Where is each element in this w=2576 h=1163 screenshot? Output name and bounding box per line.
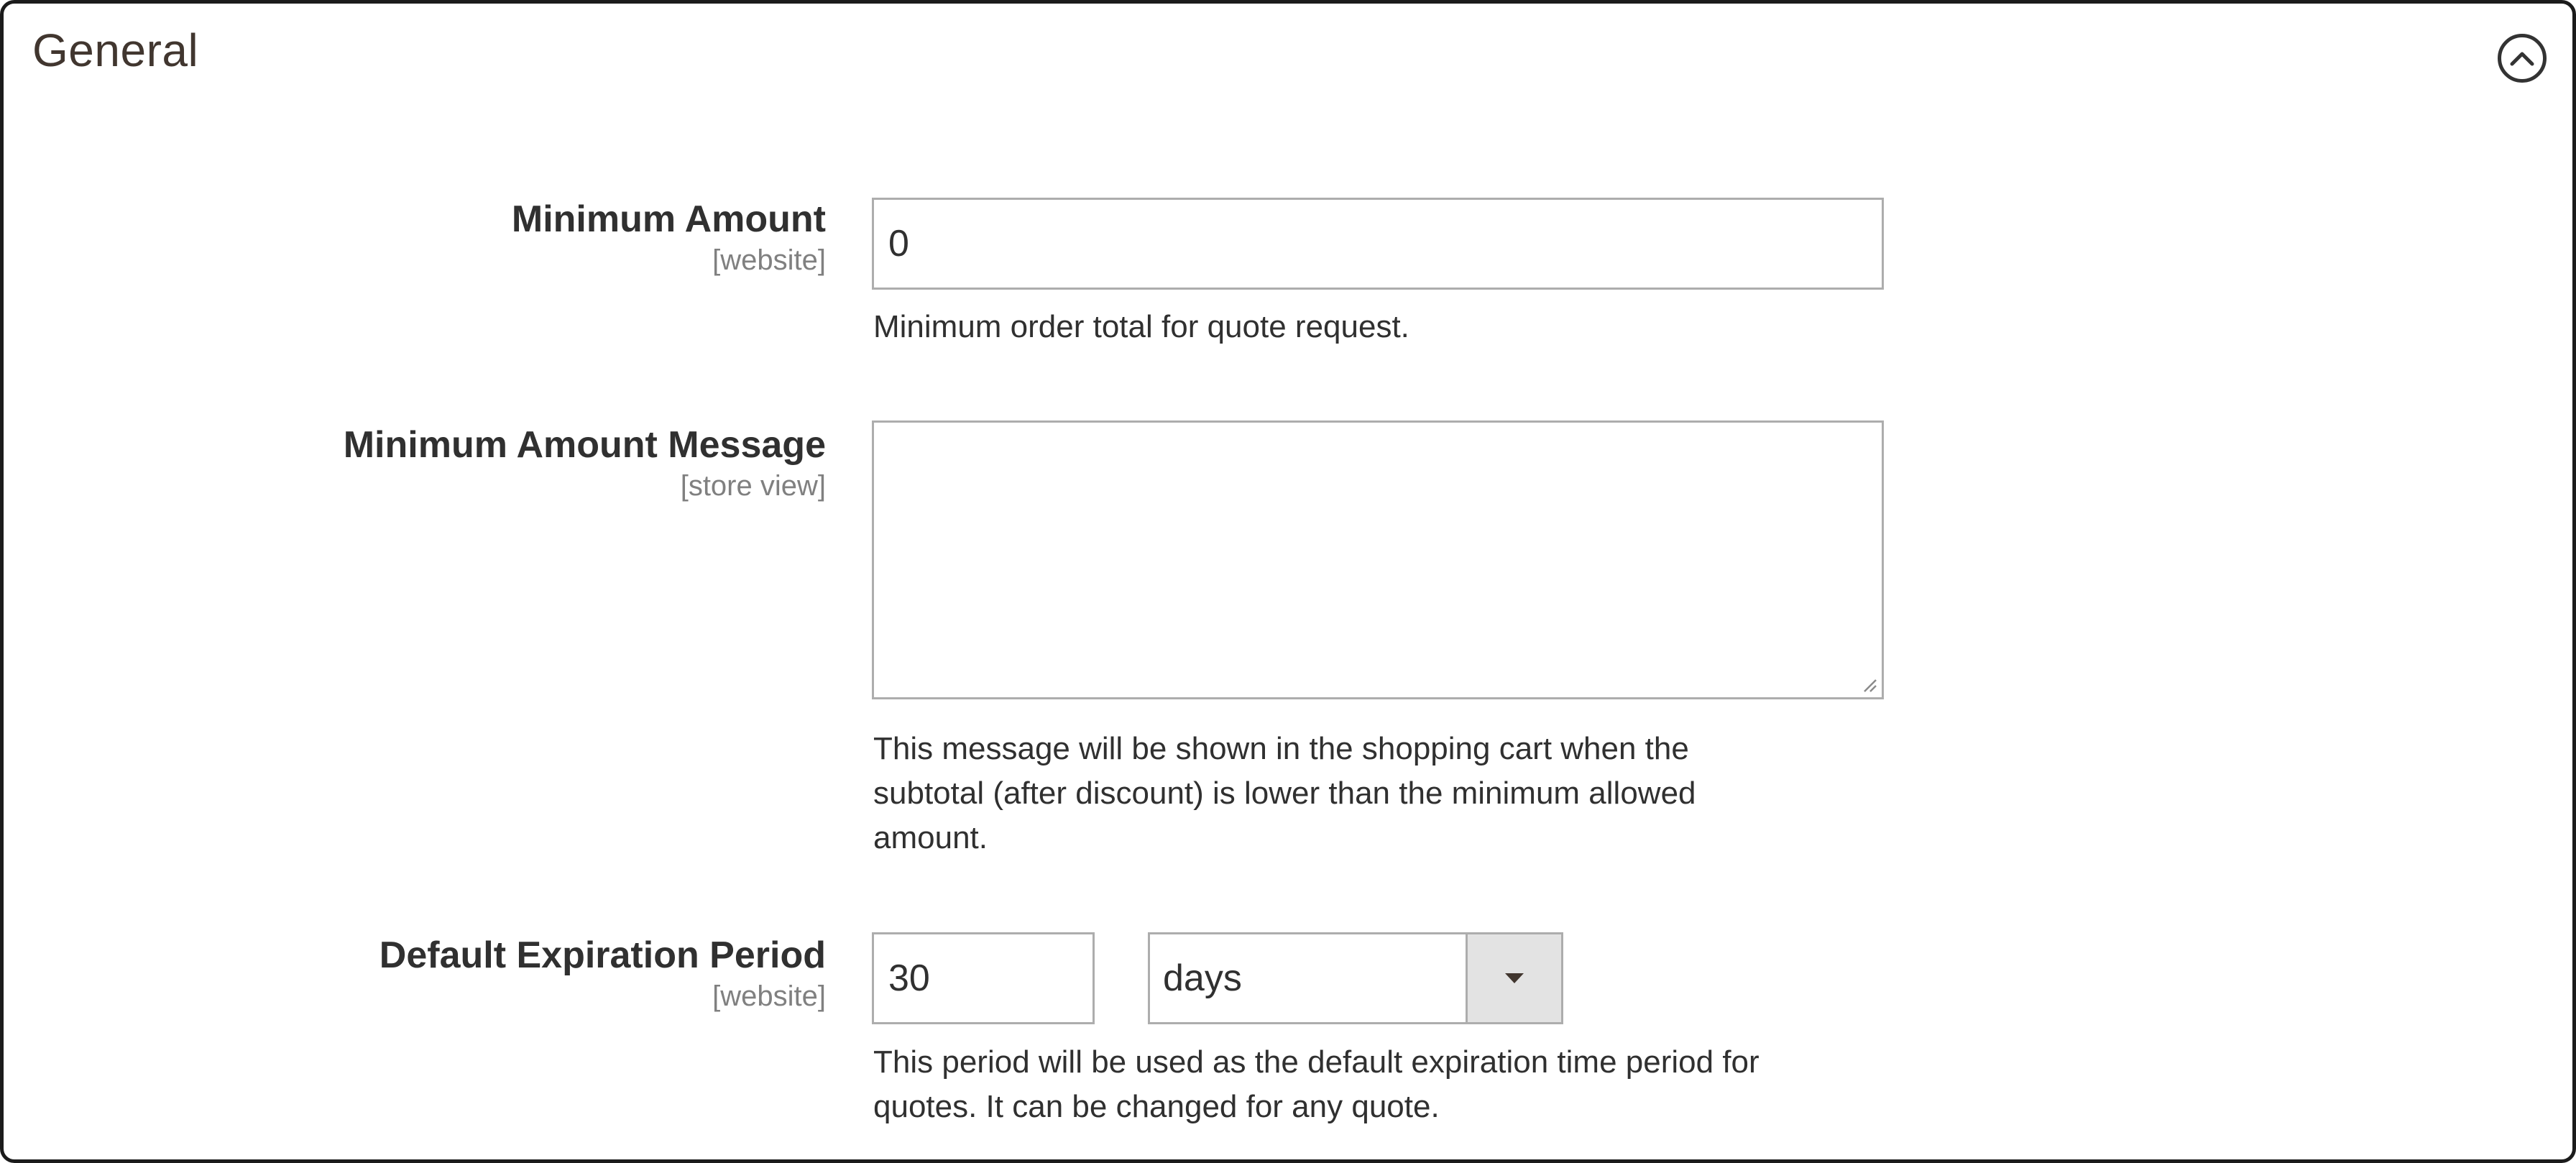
default-expiration-period-note: This period will be used as the default … (873, 1040, 1760, 1129)
default-expiration-period-label: Default Expiration Period (379, 934, 826, 976)
expiration-period-input[interactable]: 30 (872, 932, 1095, 1024)
note-line: subtotal (after discount) is lower than … (873, 776, 1696, 811)
minimum-amount-message-label-group: Minimum Amount Message [store view] (107, 422, 826, 504)
config-panel: General Minimum Amount [website] 0 Minim… (0, 0, 2576, 1163)
minimum-amount-scope: [website] (712, 244, 826, 276)
minimum-amount-message-textarea[interactable] (872, 420, 1884, 699)
expiration-unit-select[interactable]: days (1148, 932, 1563, 1024)
chevron-up-icon (2510, 52, 2534, 66)
default-expiration-period-scope: [website] (712, 980, 826, 1012)
minimum-amount-note: Minimum order total for quote request. (873, 309, 1409, 344)
minimum-amount-message-label: Minimum Amount Message (343, 424, 826, 466)
caret-down-icon (1505, 973, 1524, 983)
default-expiration-period-label-group: Default Expiration Period [website] (107, 932, 826, 1014)
note-line: This message will be shown in the shoppi… (873, 731, 1689, 766)
note-line: amount. (873, 820, 988, 855)
minimum-amount-label: Minimum Amount (511, 198, 826, 240)
collapse-button[interactable] (2498, 34, 2547, 83)
note-line: This period will be used as the default … (873, 1044, 1760, 1080)
minimum-amount-message-scope: [store view] (680, 470, 826, 502)
expiration-unit-value: days (1163, 957, 1242, 999)
select-arrow-button[interactable] (1466, 934, 1561, 1022)
note-line: quotes. It can be changed for any quote. (873, 1089, 1440, 1124)
minimum-amount-input[interactable]: 0 (872, 198, 1884, 290)
resize-grip-icon[interactable] (1860, 676, 1877, 693)
section-title[interactable]: General (32, 24, 198, 77)
minimum-amount-label-group: Minimum Amount [website] (107, 196, 826, 278)
minimum-amount-message-note: This message will be shown in the shoppi… (873, 727, 1696, 860)
